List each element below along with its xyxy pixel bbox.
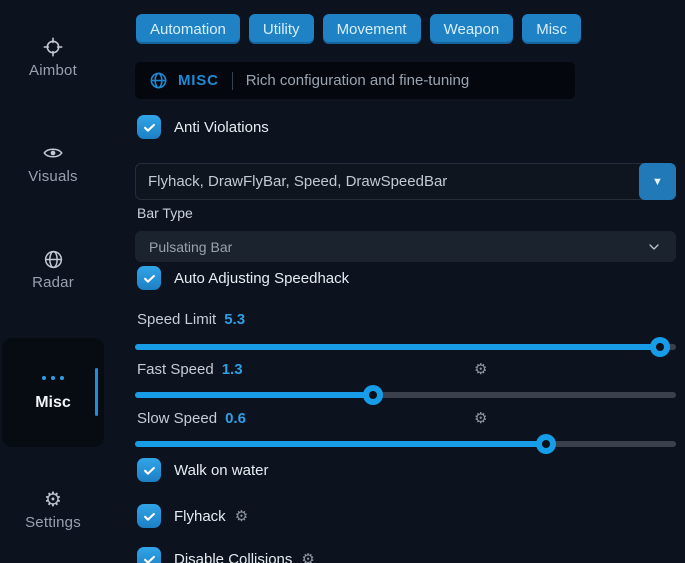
tab-misc[interactable]: Misc (522, 14, 581, 44)
check-icon (142, 552, 157, 563)
sidebar-item-label: Radar (0, 274, 106, 291)
toggle-label: Auto Adjusting Speedhack (174, 270, 349, 287)
fast-speed-slider[interactable] (135, 392, 676, 398)
tab-utility[interactable]: Utility (249, 14, 314, 44)
check-icon (142, 271, 157, 286)
page-title: MISC (178, 72, 219, 89)
sidebar-item-misc-active[interactable]: Misc (2, 338, 104, 447)
slider-fill (135, 441, 546, 447)
crosshair-icon (0, 36, 106, 58)
fast-speed-value: 1.3 (222, 361, 243, 378)
toggle-label: Walk on water (174, 462, 268, 479)
sidebar-item-radar[interactable]: Radar (0, 248, 106, 291)
checkbox[interactable] (137, 266, 161, 290)
bar-type-label: Bar Type (137, 205, 193, 221)
sidebar-item-label: Visuals (0, 168, 106, 185)
toggle-label: Anti Violations (174, 119, 269, 136)
sidebar: Aimbot Visuals Radar Mi (0, 0, 110, 563)
gear-icon[interactable]: ⚙ (474, 411, 487, 426)
eye-icon (0, 142, 106, 164)
gear-icon[interactable]: ⚙ (301, 552, 314, 563)
gear-icon[interactable]: ⚙ (474, 362, 487, 377)
bar-type-select[interactable]: Pulsating Bar (135, 231, 676, 262)
speed-limit-label: Speed Limit 5.3 (137, 311, 245, 328)
bar-type-value: Pulsating Bar (149, 239, 232, 255)
toggle-label: Disable Collisions ⚙ (174, 551, 315, 563)
disable-collisions-toggle[interactable]: Disable Collisions ⚙ (137, 547, 315, 563)
section-header: MISC Rich configuration and fine-tuning (135, 62, 575, 99)
active-indicator (95, 368, 98, 416)
page-subtitle: Rich configuration and fine-tuning (246, 72, 469, 89)
check-icon (142, 509, 157, 524)
bars-select-open-button[interactable]: ▼ (639, 163, 676, 200)
sidebar-item-settings[interactable]: ⚙ Settings (0, 488, 106, 531)
gear-icon: ⚙ (0, 488, 106, 510)
speed-limit-slider[interactable] (135, 344, 676, 350)
checkbox[interactable] (137, 115, 161, 139)
slider-knob[interactable] (536, 434, 556, 454)
tab-automation[interactable]: Automation (136, 14, 240, 44)
speed-limit-value: 5.3 (224, 311, 245, 328)
check-icon (142, 120, 157, 135)
bars-select-field[interactable]: Flyhack, DrawFlyBar, Speed, DrawSpeedBar… (135, 163, 676, 200)
category-tabs: Automation Utility Movement Weapon Misc (136, 14, 581, 44)
slow-speed-value: 0.6 (225, 410, 246, 427)
caret-down-icon: ▼ (652, 176, 663, 188)
sidebar-item-label: Misc (2, 394, 104, 412)
flyhack-toggle[interactable]: Flyhack ⚙ (137, 504, 248, 528)
fast-speed-label: Fast Speed 1.3 (137, 361, 243, 378)
bars-select-value: Flyhack, DrawFlyBar, Speed, DrawSpeedBar (136, 173, 447, 190)
toggle-label: Flyhack ⚙ (174, 508, 248, 525)
tab-movement[interactable]: Movement (323, 14, 421, 44)
chevron-down-icon (646, 239, 662, 255)
globe-icon (0, 248, 106, 270)
sidebar-item-label: Aimbot (0, 62, 106, 79)
divider (232, 72, 233, 90)
anti-violations-toggle[interactable]: Anti Violations (137, 115, 269, 139)
slow-speed-slider[interactable] (135, 441, 676, 447)
slow-speed-label: Slow Speed 0.6 (137, 410, 246, 427)
sidebar-item-label: Settings (0, 514, 106, 531)
slider-fill (135, 344, 660, 350)
checkbox[interactable] (137, 458, 161, 482)
sidebar-item-visuals[interactable]: Visuals (0, 142, 106, 185)
gear-icon[interactable]: ⚙ (235, 509, 248, 524)
slider-knob[interactable] (650, 337, 670, 357)
checkbox[interactable] (137, 547, 161, 563)
check-icon (142, 463, 157, 478)
walk-on-water-toggle[interactable]: Walk on water (137, 458, 268, 482)
sidebar-item-aimbot[interactable]: Aimbot (0, 36, 106, 79)
slider-knob[interactable] (363, 385, 383, 405)
auto-adjusting-toggle[interactable]: Auto Adjusting Speedhack (137, 266, 349, 290)
globe-icon (149, 71, 168, 90)
cheat-menu-window: Aimbot Visuals Radar Mi (0, 0, 685, 563)
checkbox[interactable] (137, 504, 161, 528)
tab-weapon[interactable]: Weapon (430, 14, 514, 44)
slider-fill (135, 392, 373, 398)
dots-icon (2, 376, 104, 380)
